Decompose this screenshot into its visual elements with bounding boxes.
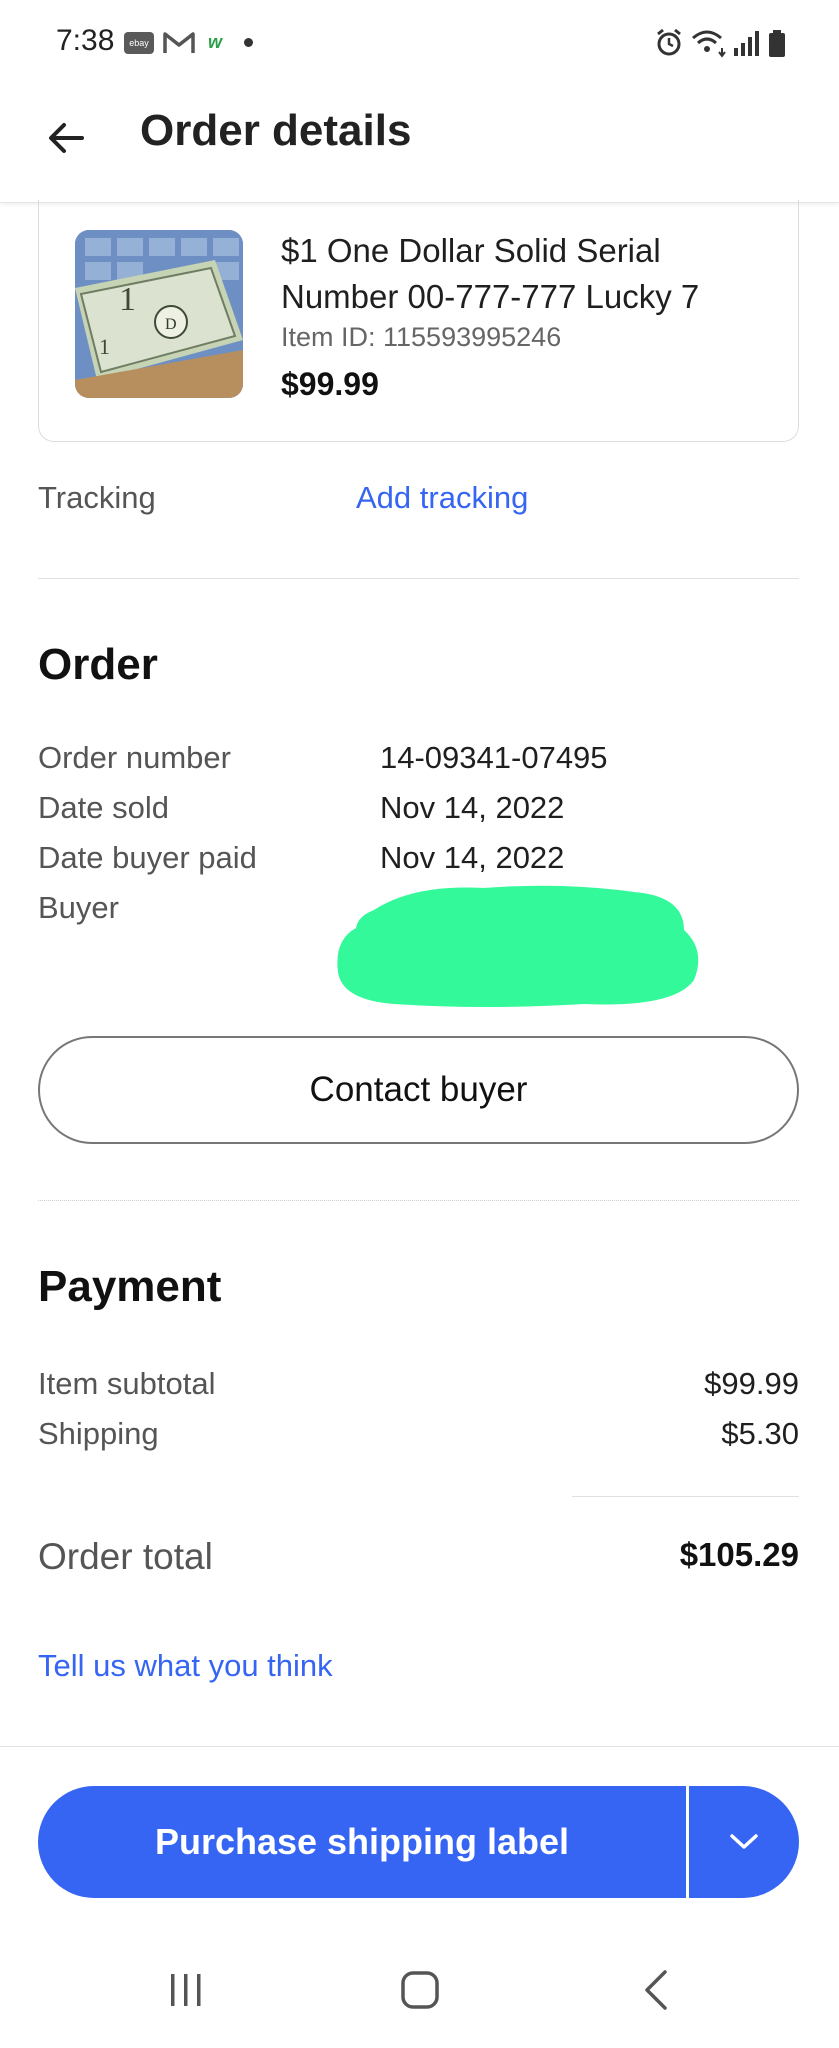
total-divider [572, 1496, 799, 1497]
buyer-name-redaction [334, 880, 704, 1012]
signal-icon [732, 30, 760, 61]
date-sold-value: Nov 14, 2022 [380, 790, 565, 825]
svg-text:1: 1 [119, 281, 136, 318]
date-sold-label: Date sold [38, 790, 169, 825]
app-header: Order details [0, 86, 839, 203]
wifi-icon [690, 28, 728, 63]
svg-text:1: 1 [99, 334, 110, 359]
gmail-icon [162, 30, 196, 61]
order-section-title: Order [38, 640, 158, 689]
alarm-icon [655, 28, 683, 63]
divider [38, 1200, 799, 1201]
w-app-icon: w [208, 32, 223, 52]
shipping-label: Shipping [38, 1416, 159, 1451]
bottom-divider [0, 1746, 839, 1747]
status-bar: 7:38 ebay w [0, 0, 839, 86]
order-total-value: $105.29 [679, 1536, 799, 1573]
home-button[interactable] [380, 1960, 460, 2020]
item-card[interactable]: D 1 1 $1 One Dollar Solid Serial Number … [38, 200, 799, 442]
order-number-label: Order number [38, 740, 231, 775]
ebay-icon: ebay [124, 32, 154, 54]
arrow-left-icon [49, 123, 84, 153]
item-title: $1 One Dollar Solid Serial Number 00-777… [281, 232, 700, 315]
date-buyer-paid-label: Date buyer paid [38, 840, 257, 875]
tracking-label: Tracking [38, 480, 156, 515]
system-nav-bar [0, 1930, 839, 2048]
item-subtotal-value: $99.99 [704, 1366, 799, 1401]
shipping-value: $5.30 [721, 1416, 799, 1451]
recent-apps-button[interactable] [146, 1960, 226, 2020]
back-button[interactable] [38, 110, 94, 166]
page-title: Order details [140, 106, 412, 155]
buyer-label: Buyer [38, 890, 119, 925]
date-buyer-paid-value: Nov 14, 2022 [380, 840, 565, 875]
order-total-label: Order total [38, 1536, 213, 1577]
order-number-value: 14-09341-07495 [380, 740, 608, 775]
item-subtotal-label: Item subtotal [38, 1366, 216, 1401]
home-icon [401, 1971, 439, 2009]
item-thumbnail: D 1 1 [75, 230, 243, 398]
notification-dot-icon [244, 38, 253, 47]
feedback-link[interactable]: Tell us what you think [38, 1648, 333, 1684]
battery-icon [768, 30, 786, 63]
purchase-options-dropdown-button[interactable] [689, 1786, 799, 1898]
add-tracking-link[interactable]: Add tracking [356, 480, 528, 516]
contact-buyer-button[interactable]: Contact buyer [38, 1036, 799, 1144]
back-icon [645, 1970, 667, 2010]
divider [38, 578, 799, 579]
order-details-screen: 7:38 ebay w Order details D 1 1 $1 One D… [0, 0, 839, 2048]
system-back-button[interactable] [616, 1960, 696, 2020]
purchase-shipping-label-group: Purchase shipping label [38, 1786, 799, 1898]
purchase-shipping-label-button[interactable]: Purchase shipping label [38, 1786, 686, 1898]
chevron-down-icon [730, 1834, 758, 1849]
payment-section-title: Payment [38, 1262, 222, 1311]
recent-apps-icon [171, 1974, 201, 2006]
item-id: Item ID: 115593995246 [281, 322, 562, 352]
status-time: 7:38 [56, 24, 115, 57]
item-price: $99.99 [281, 366, 379, 402]
svg-text:D: D [165, 316, 177, 333]
